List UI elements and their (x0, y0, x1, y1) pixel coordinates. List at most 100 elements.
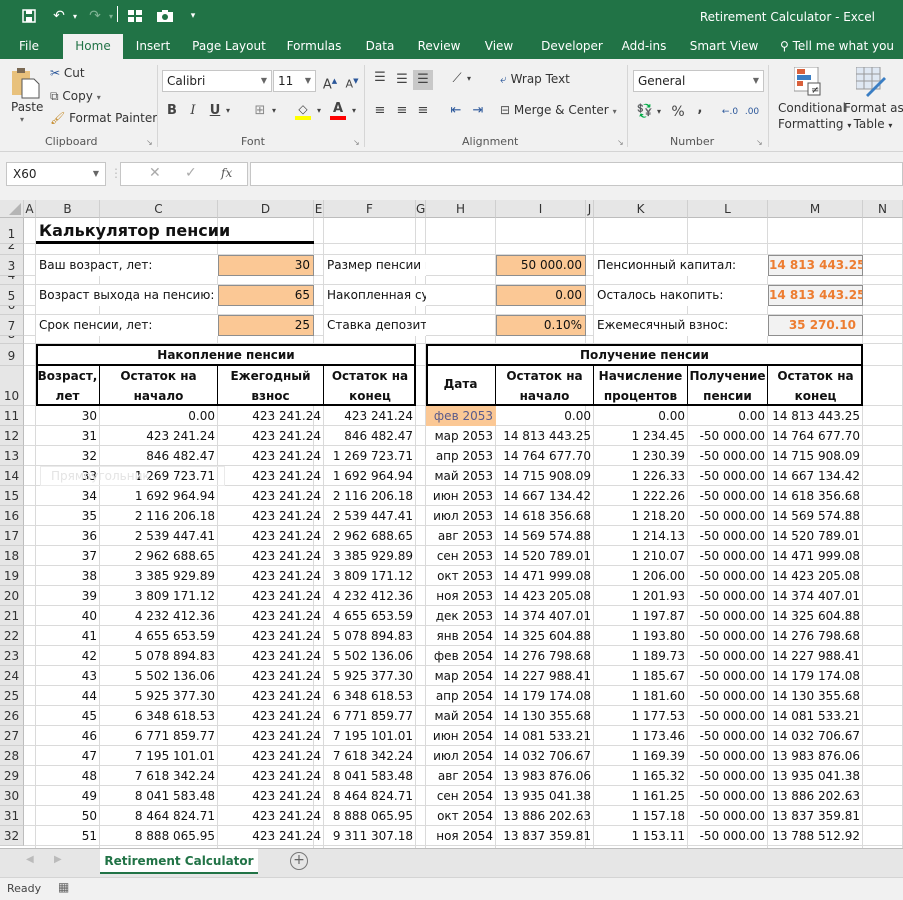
payout-cell[interactable]: -50 000.00 (688, 606, 768, 626)
accumulation-cell[interactable]: 6 771 859.77 (324, 706, 416, 726)
accumulation-cell[interactable]: 2 116 206.18 (324, 486, 416, 506)
accumulation-cell[interactable]: 39 (36, 586, 100, 606)
payout-cell[interactable]: 1 173.46 (594, 726, 688, 746)
accumulation-cell[interactable]: 36 (36, 526, 100, 546)
payout-cell[interactable]: -50 000.00 (688, 706, 768, 726)
accumulation-cell[interactable]: 423 241.24 (218, 586, 324, 606)
payout-cell[interactable]: 1 230.39 (594, 446, 688, 466)
row-header-29[interactable]: 29 (0, 766, 24, 786)
tell-me-search[interactable]: ⚲ Tell me what you w (780, 34, 903, 78)
column-header-d[interactable]: D (218, 200, 314, 218)
row-header-17[interactable]: 17 (0, 526, 24, 546)
row-header-31[interactable]: 31 (0, 806, 24, 826)
accumulation-cell[interactable]: 423 241.24 (218, 666, 324, 686)
accumulation-cell[interactable]: 8 464 824.71 (324, 786, 416, 806)
payout-cell[interactable]: 14 667 134.42 (768, 466, 863, 486)
accumulation-cell[interactable]: 2 962 688.65 (100, 546, 218, 566)
underline-dropdown-icon[interactable]: ▾ (222, 101, 234, 121)
tab-add-ins[interactable]: Add-ins (618, 34, 670, 59)
accumulation-cell[interactable]: 9 311 307.18 (324, 826, 416, 846)
font-color-icon[interactable]: A (328, 99, 348, 120)
input-value[interactable]: 50 000.00 (496, 255, 586, 276)
date-cell[interactable]: окт 2053 (426, 566, 496, 586)
row-header-15[interactable]: 15 (0, 486, 24, 506)
payout-cell[interactable]: -50 000.00 (688, 766, 768, 786)
accumulation-cell[interactable]: 423 241.24 (218, 606, 324, 626)
cut-button[interactable]: ✂ Cut (50, 66, 85, 80)
merge-center-button[interactable]: ⊟ Merge & Center ▾ (500, 103, 617, 117)
payout-cell[interactable]: 14 179 174.08 (496, 686, 594, 706)
date-cell[interactable]: окт 2054 (426, 806, 496, 826)
payout-cell[interactable]: 14 618 356.68 (496, 506, 594, 526)
accumulation-cell[interactable]: 846 482.47 (100, 446, 218, 466)
payout-cell[interactable]: 14 081 533.21 (496, 726, 594, 746)
accumulation-cell[interactable]: 5 078 894.83 (324, 626, 416, 646)
date-cell[interactable]: ноя 2053 (426, 586, 496, 606)
payout-cell[interactable]: -50 000.00 (688, 786, 768, 806)
payout-cell[interactable]: 14 423 205.08 (496, 586, 594, 606)
payout-cell[interactable]: 1 218.20 (594, 506, 688, 526)
percent-button[interactable]: % (668, 102, 688, 122)
payout-cell[interactable]: 14 764 677.70 (496, 446, 594, 466)
accumulation-cell[interactable]: 7 618 342.24 (324, 746, 416, 766)
redo-icon[interactable]: ↷ (84, 6, 106, 26)
accumulation-cell[interactable]: 5 925 377.30 (100, 686, 218, 706)
accumulation-cell[interactable]: 3 809 171.12 (100, 586, 218, 606)
column-header-g[interactable]: G (416, 200, 426, 218)
tab-file[interactable]: File (8, 34, 50, 59)
row-header-9[interactable]: 9 (0, 344, 24, 366)
payout-cell[interactable]: 1 177.53 (594, 706, 688, 726)
accumulation-cell[interactable]: 423 241.24 (218, 486, 324, 506)
accumulation-cell[interactable]: 5 502 136.06 (324, 646, 416, 666)
accumulation-cell[interactable]: 4 655 653.59 (100, 626, 218, 646)
merge-dropdown-icon[interactable]: ▾ (613, 107, 617, 116)
accumulation-cell[interactable]: 423 241.24 (218, 786, 324, 806)
paste-dropdown-icon[interactable]: ▾ (20, 115, 24, 124)
row-header-30[interactable]: 30 (0, 786, 24, 806)
payout-cell[interactable]: 14 130 355.68 (496, 706, 594, 726)
accumulation-cell[interactable]: 40 (36, 606, 100, 626)
column-header-l[interactable]: L (688, 200, 768, 218)
borders-icon[interactable]: ⊞ (250, 101, 270, 121)
accumulation-cell[interactable]: 4 655 653.59 (324, 606, 416, 626)
accumulation-cell[interactable]: 423 241.24 (218, 426, 324, 446)
increase-indent-icon[interactable]: ⇥ (468, 101, 488, 121)
tab-formulas[interactable]: Formulas (284, 34, 344, 59)
accumulation-cell[interactable]: 423 241.24 (218, 526, 324, 546)
column-header-i[interactable]: I (496, 200, 586, 218)
input-value[interactable]: 25 (218, 315, 314, 336)
row-header-14[interactable]: 14 (0, 466, 24, 486)
accumulation-cell[interactable]: 8 041 583.48 (324, 766, 416, 786)
column-header-j[interactable]: J (586, 200, 594, 218)
payout-cell[interactable]: 1 161.25 (594, 786, 688, 806)
tab-developer[interactable]: Developer (536, 34, 608, 59)
accumulation-cell[interactable]: 0.00 (100, 406, 218, 426)
date-cell[interactable]: июн 2053 (426, 486, 496, 506)
payout-cell[interactable]: 14 081 533.21 (768, 706, 863, 726)
font-name-combo[interactable]: Calibri ▼ (162, 70, 272, 92)
accumulation-cell[interactable]: 42 (36, 646, 100, 666)
accumulation-cell[interactable]: 2 539 447.41 (100, 526, 218, 546)
payout-cell[interactable]: 14 325 604.88 (768, 606, 863, 626)
payout-cell[interactable]: 14 618 356.68 (768, 486, 863, 506)
accumulation-cell[interactable]: 51 (36, 826, 100, 846)
date-cell[interactable]: сен 2053 (426, 546, 496, 566)
format-painter-button[interactable]: 🖌 Format Painter (50, 111, 157, 125)
decrease-indent-icon[interactable]: ⇤ (446, 101, 466, 121)
accumulation-cell[interactable]: 2 116 206.18 (100, 506, 218, 526)
row-header-6[interactable]: 6 (0, 306, 24, 315)
paste-button[interactable]: Paste (11, 100, 43, 114)
accumulation-cell[interactable]: 8 464 824.71 (100, 806, 218, 826)
payout-cell[interactable]: -50 000.00 (688, 626, 768, 646)
accumulation-cell[interactable]: 44 (36, 686, 100, 706)
currency-icon[interactable]: 💱 (635, 102, 655, 122)
clipboard-launcher-icon[interactable]: ↘ (146, 138, 153, 147)
row-header-18[interactable]: 18 (0, 546, 24, 566)
row-header-13[interactable]: 13 (0, 446, 24, 466)
accumulation-cell[interactable]: 8 888 065.95 (324, 806, 416, 826)
name-box[interactable]: X60 ▼ (6, 162, 106, 186)
accumulation-cell[interactable]: 1 692 964.94 (100, 486, 218, 506)
input-value[interactable]: 0.10% (496, 315, 586, 336)
camera-icon[interactable] (154, 6, 176, 26)
accumulation-cell[interactable]: 5 925 377.30 (324, 666, 416, 686)
